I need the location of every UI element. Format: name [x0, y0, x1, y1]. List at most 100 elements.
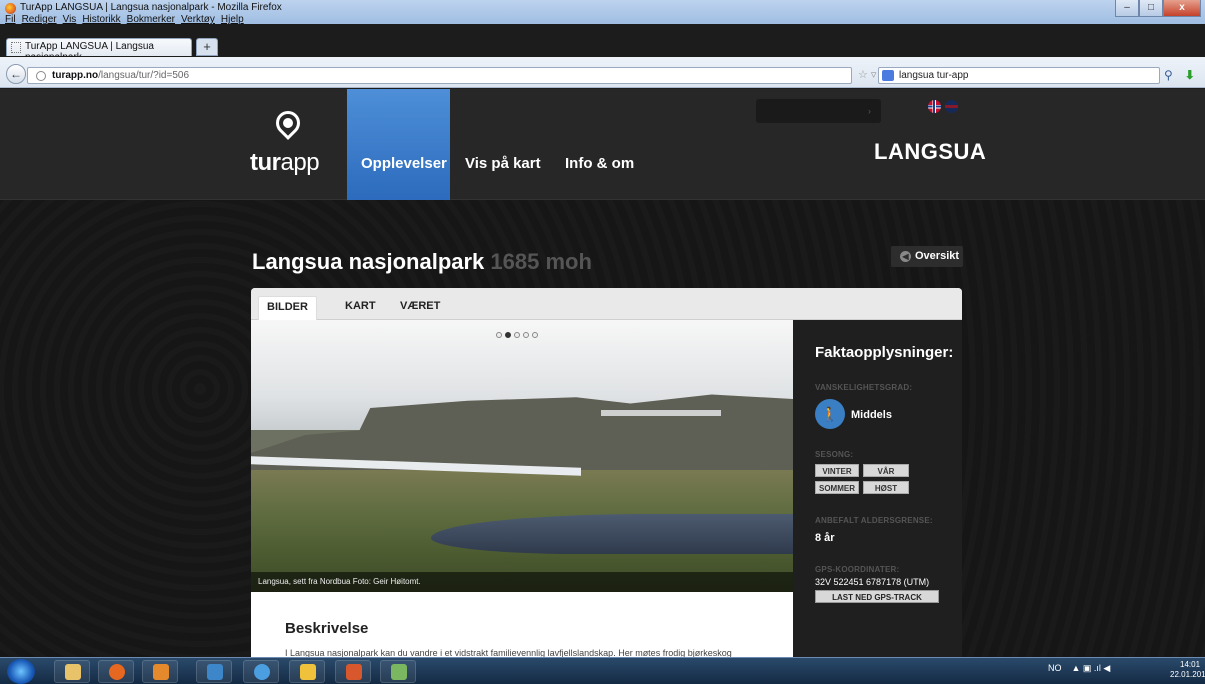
english-flag-icon[interactable]	[945, 100, 958, 113]
maximize-button[interactable]: □	[1139, 0, 1163, 17]
minimize-button[interactable]: –	[1115, 0, 1139, 17]
firefox-taskbar-icon	[109, 664, 125, 680]
norwegian-flag-icon[interactable]	[928, 100, 941, 113]
back-arrow-icon: ◀	[900, 251, 911, 262]
tab-map[interactable]: KART	[337, 296, 384, 320]
taskbar-powerpoint[interactable]	[335, 660, 371, 683]
app-icon-2	[254, 664, 270, 680]
age-limit-label: ANBEFALT ALDERSGRENSE:	[815, 516, 933, 525]
facts-panel: Faktaopplysninger: VANSKELIGHETSGRAD: 🚶 …	[793, 320, 962, 657]
window-controls: – □ x	[1115, 0, 1201, 17]
taskbar-app-2[interactable]	[243, 660, 279, 683]
logo-bold: tur	[250, 149, 281, 176]
season-spring: VÅR	[863, 464, 909, 477]
tab-weather[interactable]: VÆRET	[392, 296, 448, 320]
menu-bar: Fil Rediger Vis Historikk Bokmerker Verk…	[0, 14, 560, 25]
web-page: turapp Opplevelser Vis på kart Info & om…	[0, 89, 1205, 657]
menu-help[interactable]: Hjelp	[221, 14, 244, 25]
app-icon-3	[300, 664, 316, 680]
menu-tools[interactable]: Verktøy	[181, 14, 215, 25]
folder-icon	[65, 664, 81, 680]
elevation: 1685 moh	[490, 249, 592, 274]
overview-button[interactable]: ◀ Oversikt	[891, 246, 963, 267]
media-icon	[153, 664, 169, 680]
language-indicator[interactable]: NO	[1048, 663, 1062, 674]
firefox-icon	[5, 3, 16, 14]
slide-dot[interactable]	[532, 332, 538, 338]
photo-snow-patch	[601, 410, 721, 416]
site-identity-icon[interactable]	[36, 71, 46, 81]
menu-view[interactable]: Vis	[63, 14, 77, 25]
map-pin-logo-icon[interactable]	[271, 106, 305, 140]
nav-active-background	[347, 89, 450, 200]
gps-coordinates: 32V 522451 6787178 (UTM)	[815, 577, 930, 587]
clock[interactable]: 14:01 22.01.2014	[1170, 660, 1205, 680]
tray-icons[interactable]: ▲ ▣ .ıl ◀	[1072, 663, 1111, 674]
start-button[interactable]	[7, 659, 35, 684]
season-winter: VINTER	[815, 464, 859, 477]
facts-heading: Faktaopplysninger:	[815, 344, 954, 361]
taskbar-app-4[interactable]	[380, 660, 416, 683]
page-title: Langsua nasjonalpark 1685 moh	[252, 249, 592, 275]
powerpoint-icon	[346, 664, 362, 680]
url-bar[interactable]: turapp.no/langsua/tur/?id=506	[27, 67, 852, 84]
windows-taskbar: NO ▲ ▣ .ıl ◀ 14:01 22.01.2014	[0, 657, 1205, 684]
gps-label: GPS-KOORDINATER:	[815, 565, 900, 574]
slideshow-dots	[496, 332, 538, 338]
app-icon-4	[391, 664, 407, 680]
navigation-toolbar: ← turapp.no/langsua/tur/?id=506 ☆ ▿ C la…	[0, 57, 1205, 88]
tab-pictures[interactable]: BILDER	[258, 296, 317, 320]
logo-light: app	[280, 149, 320, 176]
page-title-text: Langsua nasjonalpark	[252, 249, 485, 274]
search-value: langsua tur-app	[899, 70, 969, 81]
site-header: turapp Opplevelser Vis på kart Info & om…	[0, 89, 1205, 200]
nav-show-on-map[interactable]: Vis på kart	[465, 155, 541, 172]
photo-caption: Langsua, sett fra Nordbua Foto: Geir Høi…	[251, 572, 793, 592]
slide-dot[interactable]	[523, 332, 529, 338]
nav-experiences[interactable]: Opplevelser	[361, 155, 447, 172]
search-icon[interactable]: ⚲	[1164, 68, 1173, 82]
season-label: SESONG:	[815, 450, 854, 459]
download-icon[interactable]: ⬇	[1185, 68, 1195, 82]
back-button[interactable]: ←	[6, 64, 26, 84]
slide-dot-active[interactable]	[505, 332, 511, 338]
taskbar-app-3[interactable]	[289, 660, 325, 683]
menu-history[interactable]: Historikk	[82, 14, 120, 25]
app-icon	[207, 664, 223, 680]
photo-slideshow[interactable]: Langsua, sett fra Nordbua Foto: Geir Høi…	[251, 320, 793, 592]
search-engine-icon[interactable]	[882, 70, 894, 81]
toolbar-icons: ⚲ ⬇	[1164, 68, 1195, 82]
clock-date: 22.01.2014	[1170, 670, 1205, 679]
slide-dot[interactable]	[514, 332, 520, 338]
url-host: turapp.no	[52, 70, 99, 81]
page-icon	[11, 42, 21, 53]
overview-button-label: Oversikt	[915, 250, 960, 262]
season-autumn: HØST	[863, 481, 909, 494]
slide-dot[interactable]	[496, 332, 502, 338]
url-path: /langsua/tur/?id=506	[98, 70, 190, 81]
site-logo[interactable]: turapp	[250, 149, 320, 177]
new-tab-button[interactable]: +	[196, 38, 218, 56]
browser-tab[interactable]: TurApp LANGSUA | Langsua nasjonalpark	[6, 38, 192, 63]
taskbar-firefox[interactable]	[98, 660, 134, 683]
download-gps-track-button[interactable]: LAST NED GPS-TRACK	[815, 590, 939, 603]
menu-bookmarks[interactable]: Bokmerker	[127, 14, 175, 25]
difficulty-value: Middels	[851, 409, 892, 421]
clock-time: 14:01	[1180, 660, 1201, 669]
taskbar-app[interactable]	[196, 660, 232, 683]
destination-select[interactable]: ›	[756, 99, 881, 123]
content-tabs: BILDER KART VÆRET	[251, 288, 962, 320]
content-panel: BILDER KART VÆRET Langsua, sett fra Nord…	[251, 288, 962, 657]
window-title: TurApp LANGSUA | Langsua nasjonalpark - …	[20, 2, 282, 13]
taskbar-explorer[interactable]	[54, 660, 90, 683]
close-button[interactable]: x	[1163, 0, 1201, 17]
season-summer: SOMMER	[815, 481, 859, 494]
taskbar-media-player[interactable]	[142, 660, 178, 683]
hiker-icon: 🚶	[815, 399, 845, 429]
search-bar[interactable]: langsua tur-app	[878, 67, 1160, 84]
age-limit-value: 8 år	[815, 532, 835, 544]
description-heading: Beskrivelse	[285, 620, 369, 637]
menu-file[interactable]: Fil	[5, 14, 16, 25]
menu-edit[interactable]: Rediger	[22, 14, 57, 25]
nav-info-about[interactable]: Info & om	[565, 155, 634, 172]
